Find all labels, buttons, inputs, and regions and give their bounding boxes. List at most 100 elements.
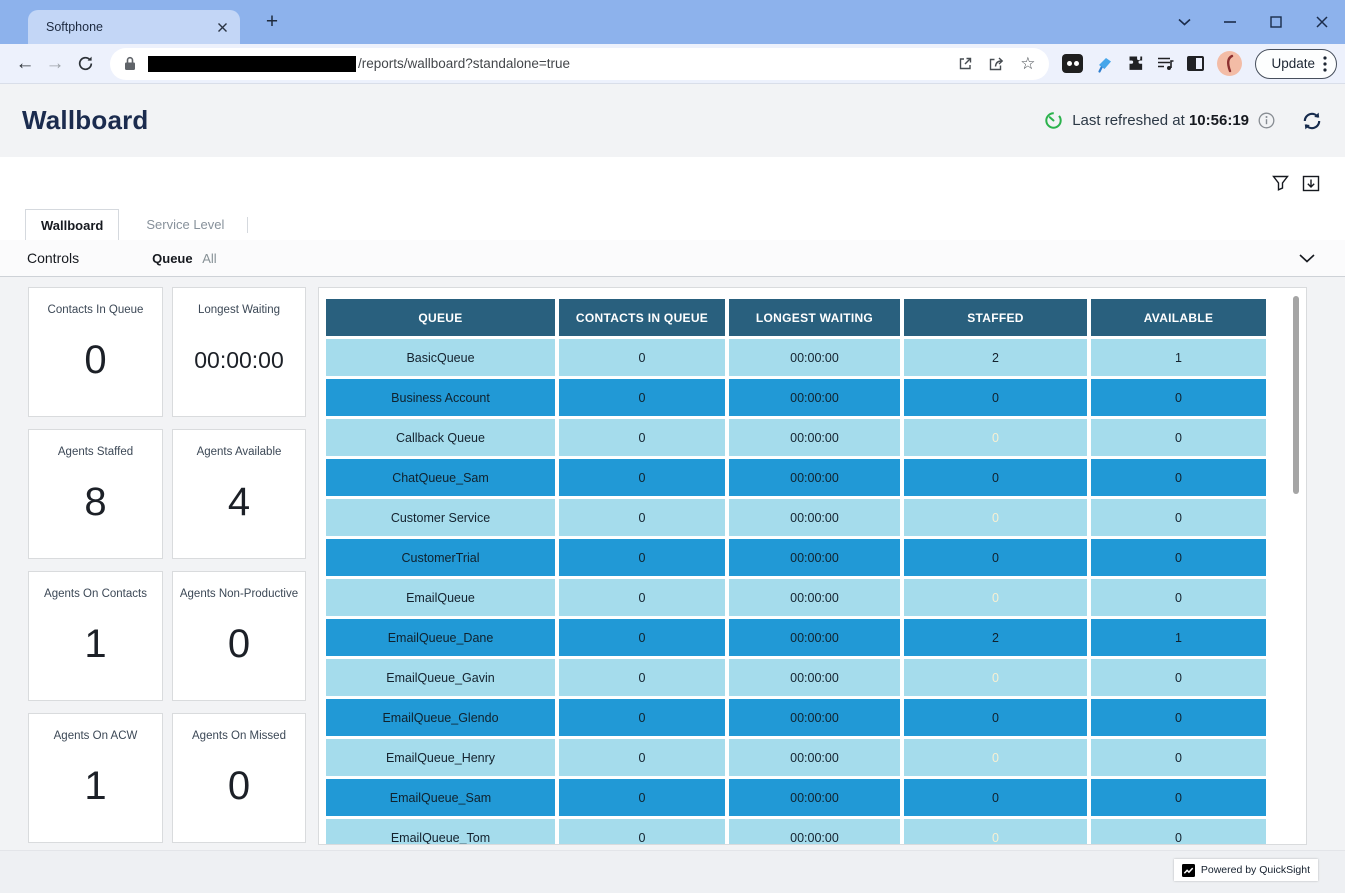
contacts-in-queue-cell: 0 (559, 379, 725, 416)
staffed-cell: 0 (904, 419, 1087, 456)
longest-waiting-cell: 00:00:00 (729, 659, 900, 696)
kpi-label: Agents Non-Productive (180, 588, 298, 600)
table-row[interactable]: EmailQueue000:00:0000 (326, 579, 1270, 616)
staffed-cell: 2 (904, 339, 1087, 376)
longest-waiting-cell: 00:00:00 (729, 739, 900, 776)
column-header: QUEUE (326, 299, 555, 336)
playlist-music-icon[interactable] (1157, 56, 1174, 71)
queue-cell: EmailQueue (326, 579, 555, 616)
available-cell: 0 (1091, 379, 1266, 416)
page-title: Wallboard (22, 105, 149, 136)
longest-waiting-cell: 00:00:00 (729, 339, 900, 376)
queue-filter-value: All (202, 251, 216, 266)
table-scrollbar[interactable] (1293, 296, 1299, 494)
url-path-text: /reports/wallboard?standalone=true (358, 56, 943, 71)
forward-button[interactable]: → (40, 49, 70, 79)
available-cell: 1 (1091, 339, 1266, 376)
queue-cell: EmailQueue_Glendo (326, 699, 555, 736)
contacts-in-queue-cell: 0 (559, 499, 725, 536)
controls-bar: Controls Queue All (0, 240, 1345, 277)
open-in-new-icon[interactable] (958, 56, 973, 71)
filter-icon[interactable] (1272, 175, 1289, 191)
reload-button[interactable] (70, 49, 100, 79)
column-header: AVAILABLE (1091, 299, 1266, 336)
queue-cell: EmailQueue_Dane (326, 619, 555, 656)
tab-search-chevron-icon[interactable] (1161, 0, 1207, 44)
new-tab-button[interactable]: + (258, 8, 286, 36)
extension-dots-icon[interactable] (1062, 54, 1083, 73)
column-header: LONGEST WAITING (729, 299, 900, 336)
side-panel-icon[interactable] (1187, 56, 1204, 71)
table-row[interactable]: ChatQueue_Sam000:00:0000 (326, 459, 1270, 496)
kpi-card: Longest Waiting 00:00:00 (172, 287, 306, 417)
contacts-in-queue-cell: 0 (559, 419, 725, 456)
table-row[interactable]: EmailQueue_Sam000:00:0000 (326, 779, 1270, 816)
page-header: Wallboard Last refreshed at 10:56:19 (0, 84, 1345, 157)
contacts-in-queue-cell: 0 (559, 659, 725, 696)
browser-titlebar: Softphone + (0, 0, 1345, 44)
tab-close-icon[interactable] (217, 22, 228, 33)
table-row[interactable]: EmailQueue_Henry000:00:0000 (326, 739, 1270, 776)
tab-service-level[interactable]: Service Level (131, 209, 239, 240)
table-row[interactable]: EmailQueue_Glendo000:00:0000 (326, 699, 1270, 736)
profile-avatar[interactable] (1217, 51, 1242, 76)
tab-divider (247, 217, 248, 233)
longest-waiting-cell: 00:00:00 (729, 539, 900, 576)
queue-table-card: QUEUECONTACTS IN QUEUELONGEST WAITINGSTA… (318, 287, 1307, 845)
back-button[interactable]: ← (10, 49, 40, 79)
longest-waiting-cell: 00:00:00 (729, 379, 900, 416)
quicksight-badge: Powered by QuickSight (1174, 859, 1318, 881)
last-refreshed-time: 10:56:19 (1189, 112, 1249, 129)
refresh-button[interactable] (1301, 111, 1323, 131)
wallboard-page: Wallboard Last refreshed at 10:56:19 (0, 84, 1345, 893)
kpi-label: Contacts In Queue (48, 304, 144, 316)
share-icon[interactable] (988, 56, 1005, 71)
kpi-label: Agents Staffed (58, 446, 133, 458)
window-minimize-button[interactable] (1207, 0, 1253, 44)
queue-filter[interactable]: Queue All (152, 251, 217, 266)
available-cell: 0 (1091, 779, 1266, 816)
tab-wallboard[interactable]: Wallboard (25, 209, 119, 240)
staffed-cell: 0 (904, 459, 1087, 496)
last-refreshed-label: Last refreshed at (1072, 112, 1185, 129)
dashboard-panel: Wallboard Service Level (0, 157, 1345, 240)
table-row[interactable]: Callback Queue000:00:0000 (326, 419, 1270, 456)
browser-menu-icon[interactable] (1323, 56, 1327, 72)
kpi-label: Longest Waiting (198, 304, 280, 316)
contacts-in-queue-cell: 0 (559, 819, 725, 845)
kpi-value: 0 (228, 742, 250, 842)
table-row[interactable]: CustomerTrial000:00:0000 (326, 539, 1270, 576)
longest-waiting-cell: 00:00:00 (729, 619, 900, 656)
table-row[interactable]: EmailQueue_Dane000:00:0021 (326, 619, 1270, 656)
kpi-label: Agents On Missed (192, 730, 286, 742)
dashboard-content: Contacts In Queue 0 Longest Waiting 00:0… (0, 277, 1345, 850)
table-row[interactable]: EmailQueue_Tom000:00:0000 (326, 819, 1270, 845)
staffed-cell: 0 (904, 819, 1087, 845)
available-cell: 0 (1091, 539, 1266, 576)
controls-collapse-chevron-icon[interactable] (1299, 254, 1315, 263)
info-icon[interactable] (1258, 112, 1275, 129)
longest-waiting-cell: 00:00:00 (729, 459, 900, 496)
browser-tab-softphone[interactable]: Softphone (28, 10, 240, 44)
available-cell: 0 (1091, 499, 1266, 536)
table-row[interactable]: EmailQueue_Gavin000:00:0000 (326, 659, 1270, 696)
bookmark-star-icon[interactable]: ☆ (1020, 55, 1035, 72)
sheet-tabs: Wallboard Service Level (0, 209, 1345, 240)
controls-title: Controls (27, 250, 79, 266)
extensions-puzzle-icon[interactable] (1127, 55, 1144, 72)
kpi-card: Agents On ACW 1 (28, 713, 163, 843)
longest-waiting-cell: 00:00:00 (729, 819, 900, 845)
update-button[interactable]: Update (1255, 49, 1337, 79)
table-row[interactable]: BasicQueue000:00:0021 (326, 339, 1270, 376)
staffed-cell: 0 (904, 579, 1087, 616)
page-footer: Powered by QuickSight (0, 850, 1345, 893)
contacts-in-queue-cell: 0 (559, 339, 725, 376)
extension-blue-tool-icon[interactable] (1096, 55, 1114, 73)
export-icon[interactable] (1302, 175, 1320, 192)
table-row[interactable]: Customer Service000:00:0000 (326, 499, 1270, 536)
window-close-button[interactable] (1299, 0, 1345, 44)
contacts-in-queue-cell: 0 (559, 619, 725, 656)
window-maximize-button[interactable] (1253, 0, 1299, 44)
url-bar[interactable]: /reports/wallboard?standalone=true ☆ (110, 48, 1049, 80)
table-row[interactable]: Business Account000:00:0000 (326, 379, 1270, 416)
